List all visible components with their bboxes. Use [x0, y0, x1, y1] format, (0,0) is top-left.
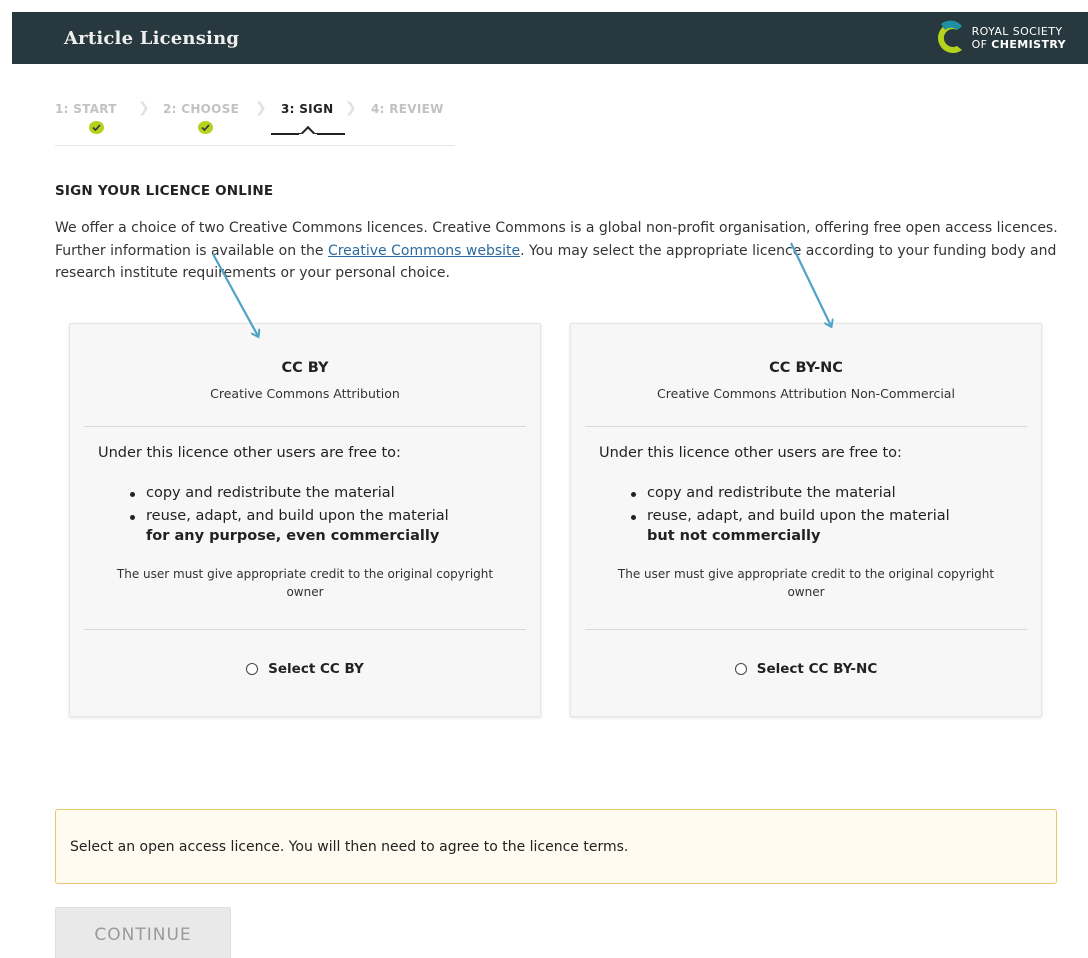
creative-commons-link[interactable]: Creative Commons website: [328, 243, 520, 259]
divider: [84, 629, 526, 630]
progress-steps: 1: START ❯ 2: CHOOSE ❯ 3: SIGN ❯ 4: REVI…: [55, 96, 455, 146]
licence-name: CC BY-NC: [769, 360, 843, 376]
divider: [585, 629, 1027, 630]
app-title: Article Licensing: [64, 27, 240, 49]
divider: [84, 426, 526, 427]
continue-button[interactable]: CONTINUE: [55, 907, 231, 958]
licence-credit: The user must give appropriate credit to…: [617, 567, 995, 599]
licence-card-cc-by-nc: CC BY-NC Creative Commons Attribution No…: [570, 323, 1042, 717]
step-separator-icon: ❯: [255, 100, 267, 116]
section-heading: SIGN YOUR LICENCE ONLINE: [55, 183, 274, 199]
licence-free-to: Under this licence other users are free …: [599, 445, 902, 461]
list-item: copy and redistribute the material: [129, 482, 449, 505]
step-review[interactable]: 4: REVIEW: [371, 102, 444, 116]
select-cc-by-option[interactable]: Select CC BY: [70, 661, 540, 677]
licence-free-to: Under this licence other users are free …: [98, 445, 401, 461]
select-cc-by-label[interactable]: Select CC BY: [268, 661, 364, 677]
licence-full-name: Creative Commons Attribution Non-Commerc…: [657, 386, 955, 401]
select-cc-by-nc-radio[interactable]: [734, 663, 747, 675]
app-header: Article Licensing ROYAL SOCIETY OF CHEMI…: [12, 12, 1088, 64]
licence-permissions: copy and redistribute the material reuse…: [129, 482, 449, 528]
select-cc-by-nc-label[interactable]: Select CC BY-NC: [757, 661, 878, 677]
step-separator-icon: ❯: [345, 100, 357, 116]
licence-notice: Select an open access licence. You will …: [55, 809, 1057, 884]
step-start-check-icon: [89, 121, 104, 134]
licence-purpose: but not commercially: [647, 528, 821, 544]
select-cc-by-radio[interactable]: [246, 663, 259, 675]
licence-purpose: for any purpose, even commercially: [146, 528, 440, 544]
step-choose[interactable]: 2: CHOOSE: [163, 102, 239, 116]
licence-permissions: copy and redistribute the material reuse…: [630, 482, 950, 528]
rsc-logo: ROYAL SOCIETY OF CHEMISTRY: [932, 20, 1066, 56]
select-cc-by-nc-option[interactable]: Select CC BY-NC: [571, 661, 1041, 677]
logo-line-1: ROYAL SOCIETY: [971, 25, 1063, 38]
list-item: copy and redistribute the material: [630, 482, 950, 505]
rsc-logo-icon: [937, 20, 962, 54]
step-separator-icon: ❯: [138, 100, 150, 116]
step-sign[interactable]: 3: SIGN: [281, 102, 333, 116]
licence-card-cc-by: CC BY Creative Commons Attribution Under…: [69, 323, 541, 717]
list-item: reuse, adapt, and build upon the materia…: [129, 505, 449, 528]
step-choose-check-icon: [198, 121, 213, 134]
list-item: reuse, adapt, and build upon the materia…: [630, 505, 950, 528]
licence-credit: The user must give appropriate credit to…: [116, 567, 494, 599]
logo-line-2: OF CHEMISTRY: [971, 38, 1066, 51]
intro-text: We offer a choice of two Creative Common…: [55, 220, 1058, 281]
divider: [585, 426, 1027, 427]
licence-full-name: Creative Commons Attribution: [210, 386, 400, 401]
step-start[interactable]: 1: START: [55, 102, 117, 116]
licence-name: CC BY: [281, 360, 329, 376]
